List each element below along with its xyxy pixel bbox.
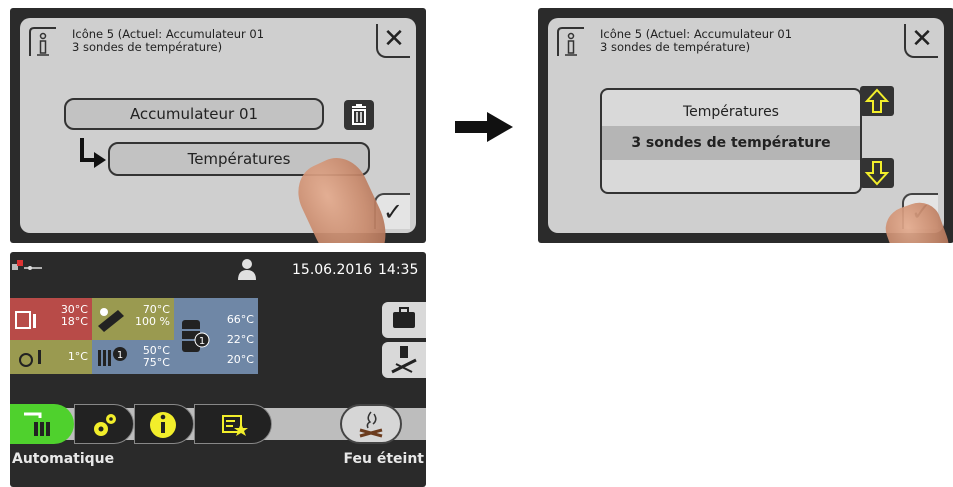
delete-button[interactable] [344,100,374,130]
svg-text:1: 1 [199,336,205,347]
mode-label-left: Automatique [12,451,115,467]
vacation-button[interactable] [382,302,426,338]
tap-radiator-icon [24,412,50,436]
list-item-temperatures[interactable]: Températures [602,98,860,126]
dialog-panel-1: Icône 5 (Actuel: Accumulateur 01 3 sonde… [10,8,426,243]
network-icon [12,260,42,270]
close-icon: ✕ [911,24,933,54]
temperatures-pill-label: Températures [187,150,291,168]
list-item-label: Températures [683,104,779,120]
close-button[interactable]: ✕ [376,24,410,58]
radiator-icon: 1 [98,347,127,366]
arrow-down-icon [864,161,890,186]
arrow-up-icon [864,88,890,113]
favorites-list-icon [222,415,248,436]
mode-bar [10,404,426,444]
scroll-up-button[interactable] [860,86,894,116]
status-bar: 15.06.2016 14:35 [10,252,426,286]
sub-item-arrow-icon [80,138,106,168]
status-time: 14:35 [378,262,419,278]
scroll-down-button[interactable] [860,158,894,188]
dialog-title: Icône 5 (Actuel: Accumulateur 01 3 sonde… [600,28,792,54]
tile-value: 1°C [67,350,88,363]
info-icon [557,27,584,56]
chimney-sweep-button[interactable] [382,342,426,378]
dialog-title: Icône 5 (Actuel: Accumulateur 01 3 sonde… [72,28,264,54]
fire-icon [359,411,383,438]
settings-button[interactable] [74,404,134,444]
home-screen: 15.06.2016 14:35 30°C 18°C 70°C 100 % 1 … [10,252,426,487]
tile-heating-circuit[interactable]: 1 50°C 75°C [92,340,174,374]
trash-icon [352,104,366,125]
list-item-3-sondes[interactable]: 3 sondes de température [602,126,860,160]
close-icon: ✕ [383,24,405,54]
automatic-mode-button[interactable] [10,404,74,444]
suitcase-icon [393,307,415,328]
list-item-label: 3 sondes de température [631,135,831,151]
mode-label-right: Feu éteint [343,451,424,467]
pump-icon [19,350,41,367]
tile-boiler-temperatures[interactable]: 30°C 18°C [10,298,92,340]
tile-pump[interactable]: 1°C [10,340,92,374]
user-icon [238,259,256,280]
info-circle-icon [150,412,176,438]
gears-icon [94,414,116,436]
chimney-sweep-icon [391,346,417,374]
dialog-title-line-2: 3 sondes de température) [72,40,223,54]
boiler-icon [15,311,36,329]
accumulator-pill[interactable]: Accumulateur 01 [64,98,324,130]
info-button[interactable] [134,404,194,444]
dialog-panel-2: Icône 5 (Actuel: Accumulateur 01 3 sonde… [538,8,953,243]
tile-accumulator[interactable]: 1 66°C 22°C 20°C [174,298,258,374]
dialog-2: Icône 5 (Actuel: Accumulateur 01 3 sonde… [548,18,944,233]
tile-solar[interactable]: 70°C 100 % [92,298,174,340]
favorites-button[interactable] [194,404,272,444]
dialog-title-line-2: 3 sondes de température) [600,40,751,54]
transition-arrow-icon [455,112,513,142]
info-icon [29,27,56,56]
close-button[interactable]: ✕ [904,24,938,58]
fire-button[interactable] [340,404,402,444]
accumulator-icon: 1 [182,320,210,352]
option-list: Températures 3 sondes de température [600,88,862,194]
svg-text:1: 1 [117,350,123,361]
check-icon: ✓ [382,198,404,226]
accumulator-pill-label: Accumulateur 01 [129,105,259,123]
solar-panel-icon [98,308,124,332]
status-date: 15.06.2016 [292,262,373,278]
